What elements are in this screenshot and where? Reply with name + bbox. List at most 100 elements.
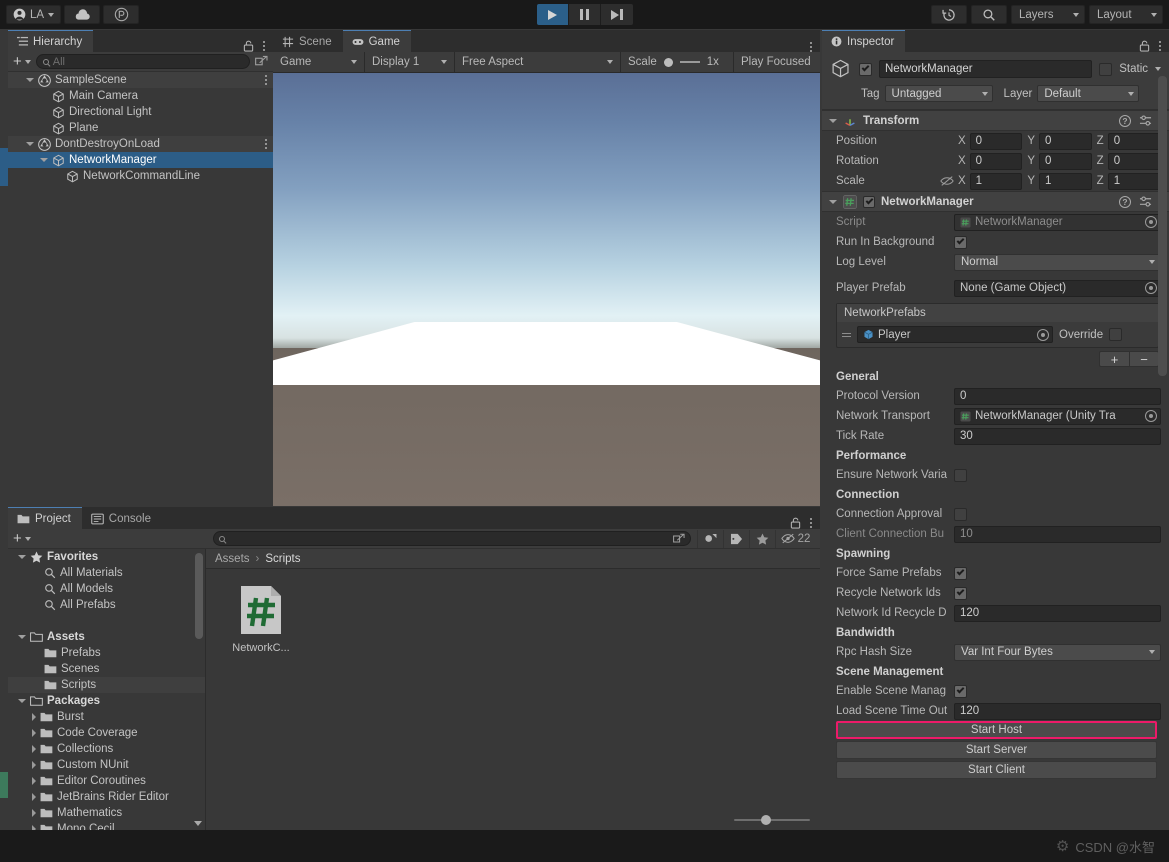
transform-component-header[interactable]: Transform ? xyxy=(822,110,1169,131)
field-dropdown-rpc-hash-size[interactable]: Var Int Four Bytes xyxy=(954,644,1161,661)
lock-icon[interactable] xyxy=(1139,40,1150,52)
start-client-button[interactable]: Start Client xyxy=(836,761,1157,779)
object-picker-icon[interactable] xyxy=(1145,216,1157,228)
preset-icon[interactable] xyxy=(1139,115,1152,127)
hierarchy-item-networkcommandline[interactable]: NetworkCommandLine xyxy=(8,168,273,184)
hidden-assets-counter[interactable]: 22 xyxy=(775,530,815,548)
field-checkbox-force-same-prefabs[interactable] xyxy=(954,567,967,580)
list-remove-button[interactable]: − xyxy=(1129,351,1159,367)
list-add-button[interactable]: + xyxy=(1099,351,1129,367)
collapse-arrow-icon[interactable] xyxy=(18,699,26,703)
project-tree-item-packages[interactable]: Packages xyxy=(8,693,205,709)
project-tree-item-scripts[interactable]: Scripts xyxy=(8,677,205,693)
collab-button[interactable] xyxy=(103,5,139,24)
pause-button[interactable] xyxy=(569,4,601,25)
uniform-scale-lock-icon[interactable] xyxy=(940,175,954,187)
expand-arrow-icon[interactable] xyxy=(32,729,36,737)
help-icon[interactable]: ? xyxy=(1119,196,1131,208)
field-checkbox-recycle-network-ids[interactable] xyxy=(954,587,967,600)
transform-rotation-x-input[interactable]: 0 xyxy=(970,153,1023,170)
expand-arrow-icon[interactable] xyxy=(32,809,36,817)
field-input-client-connection-bu[interactable]: 10 xyxy=(954,526,1161,543)
log-level-dropdown[interactable]: Normal xyxy=(954,254,1161,271)
collapse-arrow-icon[interactable] xyxy=(26,78,34,82)
scroll-down-arrow-icon[interactable] xyxy=(194,821,202,826)
hierarchy-item-dontdestroyonload[interactable]: DontDestroyOnLoad xyxy=(8,136,273,152)
static-checkbox[interactable] xyxy=(1099,63,1112,76)
project-tree-item-mono-cecil[interactable]: Mono Cecil xyxy=(8,821,205,830)
gameobject-enabled-checkbox[interactable] xyxy=(859,63,872,76)
step-button[interactable] xyxy=(601,4,633,25)
project-tree-scrollbar[interactable] xyxy=(195,553,203,639)
transform-scale-y-input[interactable]: 1 xyxy=(1039,173,1092,190)
viewmode-dropdown[interactable]: Game xyxy=(273,52,365,73)
search-button[interactable] xyxy=(971,5,1007,24)
aspect-dropdown[interactable]: Free Aspect xyxy=(455,52,621,73)
field-input-tick-rate[interactable]: 30 xyxy=(954,428,1161,445)
project-tree-item-assets[interactable]: Assets xyxy=(8,629,205,645)
expand-arrow-icon[interactable] xyxy=(32,793,36,801)
tab-project[interactable]: Project xyxy=(8,507,82,529)
transform-position-x-input[interactable]: 0 xyxy=(970,133,1023,150)
asset-grid[interactable]: NetworkC... xyxy=(206,569,820,654)
drag-handle-icon[interactable] xyxy=(842,333,851,337)
networkmanager-component-header[interactable]: NetworkManager ? xyxy=(822,191,1169,212)
kebab-menu-icon[interactable] xyxy=(1159,41,1161,51)
project-tree-item-all-prefabs[interactable]: All Prefabs xyxy=(8,597,205,613)
kebab-menu-icon[interactable] xyxy=(263,41,265,51)
game-render-area[interactable] xyxy=(273,73,820,506)
project-tree-item-mathematics[interactable]: Mathematics xyxy=(8,805,205,821)
transform-scale-x-input[interactable]: 1 xyxy=(970,173,1023,190)
transform-rotation-z-input[interactable]: 0 xyxy=(1108,153,1161,170)
player-prefab-field[interactable]: None (Game Object) xyxy=(954,280,1161,297)
layout-dropdown[interactable]: Layout xyxy=(1089,5,1163,24)
field-checkbox-ensure-network-varia[interactable] xyxy=(954,469,967,482)
hierarchy-tree[interactable]: SampleSceneMain CameraDirectional LightP… xyxy=(8,72,273,506)
scale-slider[interactable]: Scale 1x xyxy=(621,52,734,73)
hierarchy-item-networkmanager[interactable]: NetworkManager xyxy=(8,152,273,168)
tab-scene[interactable]: Scene xyxy=(273,30,343,52)
collapse-arrow-icon[interactable] xyxy=(40,158,48,162)
label-filter-icon[interactable] xyxy=(723,530,749,548)
expand-arrow-icon[interactable] xyxy=(32,713,36,721)
tab-game[interactable]: Game xyxy=(343,30,411,52)
transform-position-y-input[interactable]: 0 xyxy=(1039,133,1092,150)
project-tree-item-collections[interactable]: Collections xyxy=(8,741,205,757)
project-tree-item-custom-nunit[interactable]: Custom NUnit xyxy=(8,757,205,773)
transform-position-z-input[interactable]: 0 xyxy=(1108,133,1161,150)
object-picker-icon[interactable] xyxy=(1145,410,1157,422)
field-object-network-transport[interactable]: NetworkManager (Unity Tra xyxy=(954,408,1161,425)
search-expand-icon[interactable] xyxy=(673,533,685,545)
breadcrumb-item-scripts[interactable]: Scripts xyxy=(265,553,300,565)
asset-type-filter-icon[interactable] xyxy=(697,530,723,548)
breadcrumb-item-assets[interactable]: Assets xyxy=(215,553,250,565)
kebab-menu-icon[interactable] xyxy=(810,42,812,52)
collapse-arrow-icon[interactable] xyxy=(18,555,26,559)
display-dropdown[interactable]: Display 1 xyxy=(365,52,455,73)
hierarchy-search-input[interactable]: All xyxy=(36,54,250,69)
transform-scale-z-input[interactable]: 1 xyxy=(1108,173,1161,190)
lock-icon[interactable] xyxy=(790,517,801,529)
account-button[interactable]: LA xyxy=(6,5,61,24)
lock-icon[interactable] xyxy=(243,40,254,52)
inspector-scrollbar[interactable] xyxy=(1158,76,1167,376)
play-focused-toggle[interactable]: Play Focused xyxy=(734,52,818,73)
hierarchy-expand-icon[interactable] xyxy=(255,55,268,68)
tab-inspector[interactable]: Inspector xyxy=(822,30,905,52)
collapse-arrow-icon[interactable] xyxy=(18,635,26,639)
collapse-arrow-icon[interactable] xyxy=(829,200,837,204)
hierarchy-add-button[interactable]: + xyxy=(13,56,31,68)
field-checkbox-enable-scene-manag[interactable] xyxy=(954,685,967,698)
project-tree-item-prefabs[interactable]: Prefabs xyxy=(8,645,205,661)
field-checkbox-connection-approval[interactable] xyxy=(954,508,967,521)
networkmanager-enabled-checkbox[interactable] xyxy=(863,196,875,208)
preset-icon[interactable] xyxy=(1139,196,1152,208)
kebab-menu-icon[interactable] xyxy=(810,518,812,528)
project-folder-tree[interactable]: FavoritesAll MaterialsAll ModelsAll Pref… xyxy=(8,549,205,830)
layers-dropdown[interactable]: Layers xyxy=(1011,5,1085,24)
expand-arrow-icon[interactable] xyxy=(32,777,36,785)
object-picker-icon[interactable] xyxy=(1037,329,1049,341)
object-picker-icon[interactable] xyxy=(1145,282,1157,294)
project-tree-item-all-models[interactable]: All Models xyxy=(8,581,205,597)
asset-zoom-slider[interactable] xyxy=(734,814,810,826)
